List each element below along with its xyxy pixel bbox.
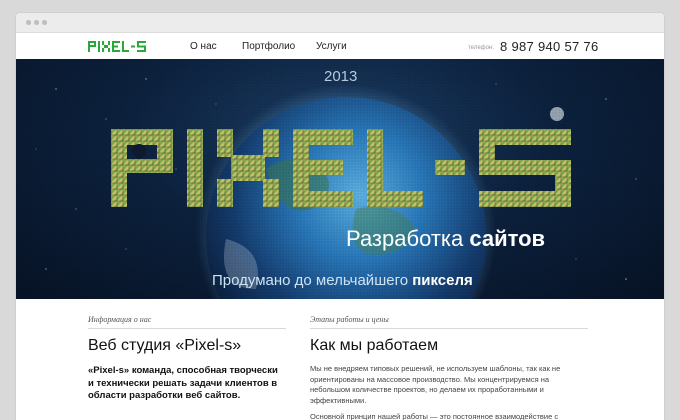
hero-subtagline-light: Продумано до мельчайшего <box>212 272 413 289</box>
about-heading: Веб студия «Pixel-s» <box>88 337 242 354</box>
hero-banner: 2013 Разработка сайтов Продумано до мель… <box>16 59 664 299</box>
hero-year: 2013 <box>324 68 358 85</box>
nav-item-about[interactable]: О нас <box>190 41 217 52</box>
window-dot-icon <box>42 20 47 25</box>
pixels-logo[interactable] <box>88 41 150 52</box>
browser-titlebar <box>16 13 664 33</box>
process-column: Этапы работы и цены Как мы работаем Мы н… <box>310 299 588 420</box>
about-column: Информация о нас Веб студия «Pixel-s» «P… <box>88 299 286 403</box>
phone-number[interactable]: 8 987 940 57 76 <box>500 39 598 54</box>
process-heading: Как мы работаем <box>310 337 439 354</box>
browser-window: О нас Портфолио Услуги телефон: 8 987 94… <box>16 13 664 420</box>
process-section-title: Этапы работы и цены <box>310 299 588 329</box>
hero-tagline: Разработка сайтов <box>346 226 545 252</box>
window-dot-icon <box>26 20 31 25</box>
content-area: Информация о нас Веб студия «Pixel-s» «P… <box>16 299 664 420</box>
process-text: Мы не внедряем типовых решений, не испол… <box>310 364 561 405</box>
hero-tagline-light: Разработка <box>346 226 470 251</box>
hero-subtagline: Продумано до мельчайшего пикселя <box>212 272 473 289</box>
nav-item-portfolio[interactable]: Портфолио <box>242 41 295 52</box>
hero-subtagline-bold: пикселя <box>412 272 473 289</box>
pixels-logo-icon <box>88 41 146 52</box>
window-dot-icon <box>34 20 39 25</box>
site-header: О нас Портфолио Услуги телефон: 8 987 94… <box>16 33 664 59</box>
process-text-2: Основной принцип нашей работы — это пост… <box>310 412 559 420</box>
pixels-hero-wordmark <box>111 129 571 207</box>
hero-tagline-bold: сайтов <box>469 226 546 251</box>
about-section-title: Информация о нас <box>88 299 286 329</box>
about-lead: «Pixel-s» команда, способная творчески и… <box>88 365 278 401</box>
nav-item-services[interactable]: Услуги <box>316 41 347 52</box>
phone-label: телефон: <box>468 45 494 51</box>
